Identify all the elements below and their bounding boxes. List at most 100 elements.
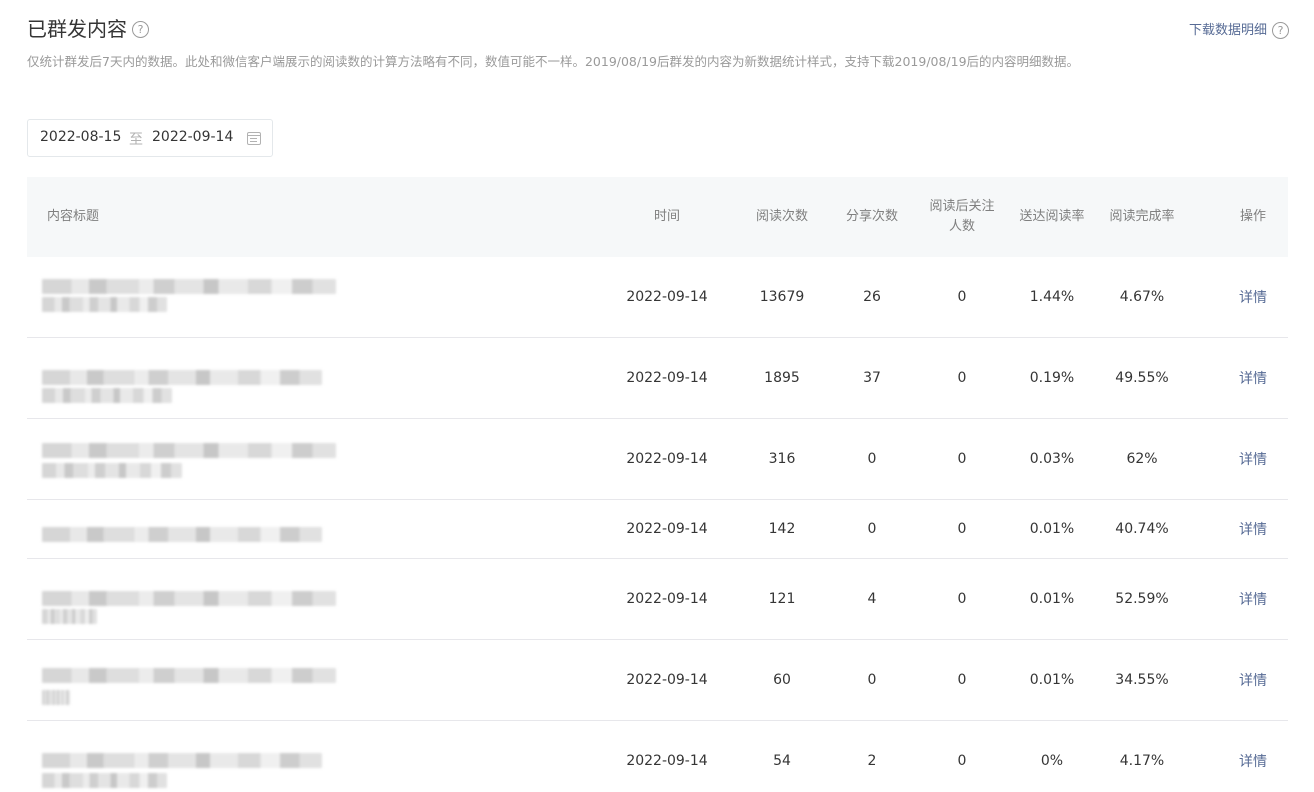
blurred-text-bar xyxy=(42,591,336,606)
table-row: 2022-09-14 316 0 0 0.03% 62% 详情 xyxy=(27,419,1288,500)
column-header-shares: 分享次数 xyxy=(845,209,898,224)
cell-time: 2022-09-14 xyxy=(626,753,708,769)
details-link[interactable]: 详情 xyxy=(1217,338,1289,418)
table-row: 2022-09-14 1895 37 0 0.19% 49.55% 详情 xyxy=(27,338,1288,419)
cell-completion-rate: 62% xyxy=(1126,451,1158,467)
cell-shares: 4 xyxy=(867,591,877,607)
details-link[interactable]: 详情 xyxy=(1217,640,1289,720)
table-row: 2022-09-14 13679 26 0 1.44% 4.67% 详情 xyxy=(27,257,1288,338)
column-header-completion-rate: 阅读完成率 xyxy=(1109,209,1175,224)
date-start-value[interactable]: 2022-08-15 xyxy=(40,129,121,145)
cell-reads: 54 xyxy=(773,753,791,769)
cell-reach-rate: 0% xyxy=(1040,753,1064,769)
details-link[interactable]: 详情 xyxy=(1217,500,1289,558)
column-header-follows-line1: 阅读后关注 xyxy=(929,199,995,214)
cell-reach-rate: 0.19% xyxy=(1029,370,1075,386)
cell-shares: 0 xyxy=(867,521,877,537)
blurred-text-bar xyxy=(42,463,182,478)
cell-shares: 0 xyxy=(867,672,877,688)
column-header-follows-line2: 人数 xyxy=(948,219,975,234)
date-separator: 至 xyxy=(129,132,143,148)
date-end-value[interactable]: 2022-09-14 xyxy=(152,129,233,145)
cell-completion-rate: 52.59% xyxy=(1115,591,1169,607)
blurred-title[interactable] xyxy=(42,507,342,553)
blurred-text-bar xyxy=(42,297,167,312)
cell-time: 2022-09-14 xyxy=(626,591,708,607)
cell-reads: 13679 xyxy=(759,289,805,305)
calendar-icon[interactable] xyxy=(247,132,261,145)
table-header: 内容标题 时间 阅读次数 分享次数 阅读后关注 人数 送达阅读率 阅读完成率 操… xyxy=(27,177,1288,257)
cell-time: 2022-09-14 xyxy=(626,289,708,305)
table-body: 2022-09-14 13679 26 0 1.44% 4.67% 详情 2022-09-14… xyxy=(27,257,1288,792)
cell-follows: 0 xyxy=(957,591,967,607)
cell-time: 2022-09-14 xyxy=(626,672,708,688)
column-header-follows: 阅读后关注 人数 xyxy=(917,177,1007,257)
cell-reach-rate: 0.01% xyxy=(1029,591,1075,607)
cell-reads: 121 xyxy=(768,591,796,607)
cell-shares: 2 xyxy=(867,753,877,769)
cell-time: 2022-09-14 xyxy=(626,521,708,537)
page-header: 已群发内容 ? 下载数据明细? xyxy=(27,16,1289,46)
cell-reach-rate: 0.01% xyxy=(1029,672,1075,688)
column-header-reach-rate: 送达阅读率 xyxy=(1019,209,1085,224)
cell-shares: 26 xyxy=(863,289,881,305)
blurred-title[interactable] xyxy=(42,658,342,705)
cell-shares: 37 xyxy=(863,370,881,386)
download-help-icon[interactable]: ? xyxy=(1272,22,1289,39)
table-row: 2022-09-14 54 2 0 0% 4.17% 详情 xyxy=(27,721,1288,792)
cell-follows: 0 xyxy=(957,521,967,537)
details-link[interactable]: 详情 xyxy=(1217,721,1289,792)
cell-completion-rate: 4.17% xyxy=(1119,753,1165,769)
page-title: 已群发内容 xyxy=(27,17,127,41)
details-link[interactable]: 详情 xyxy=(1217,419,1289,499)
cell-reads: 1895 xyxy=(764,370,800,386)
blurred-title[interactable] xyxy=(42,739,342,788)
cell-follows: 0 xyxy=(957,370,967,386)
cell-reach-rate: 0.03% xyxy=(1029,451,1075,467)
cell-reads: 316 xyxy=(768,451,796,467)
cell-follows: 0 xyxy=(957,451,967,467)
table-row: 2022-09-14 60 0 0 0.01% 34.55% 详情 xyxy=(27,640,1288,721)
table-row: 2022-09-14 121 4 0 0.01% 52.59% 详情 xyxy=(27,559,1288,640)
cell-follows: 0 xyxy=(957,289,967,305)
cell-reach-rate: 0.01% xyxy=(1029,521,1075,537)
details-link[interactable]: 详情 xyxy=(1217,559,1289,639)
blurred-title[interactable] xyxy=(42,577,342,624)
date-range-picker[interactable]: 2022-08-15 至 2022-09-14 xyxy=(27,119,273,157)
cell-time: 2022-09-14 xyxy=(626,451,708,467)
blurred-text-bar xyxy=(42,609,97,624)
blurred-text-bar xyxy=(42,773,167,788)
column-header-reads: 阅读次数 xyxy=(755,209,808,224)
blurred-title[interactable] xyxy=(42,437,342,483)
cell-completion-rate: 49.55% xyxy=(1115,370,1169,386)
help-icon[interactable]: ? xyxy=(132,21,149,38)
column-header-time: 时间 xyxy=(653,209,680,224)
blurred-text-bar xyxy=(42,279,336,294)
blurred-text-bar xyxy=(42,370,322,385)
column-header-title: 内容标题 xyxy=(47,209,100,224)
blurred-text-bar xyxy=(42,690,70,705)
download-details-link[interactable]: 下载数据明细? xyxy=(1189,22,1289,40)
content-table: 内容标题 时间 阅读次数 分享次数 阅读后关注 人数 送达阅读率 阅读完成率 操… xyxy=(27,177,1288,792)
cell-shares: 0 xyxy=(867,451,877,467)
blurred-title[interactable] xyxy=(42,275,342,321)
blurred-text-bar xyxy=(42,443,336,458)
stats-description: 仅统计群发后7天内的数据。此处和微信客户端展示的阅读数的计算方法略有不同，数值可… xyxy=(27,54,1080,69)
cell-follows: 0 xyxy=(957,672,967,688)
blurred-title[interactable] xyxy=(42,356,342,403)
cell-reads: 60 xyxy=(773,672,791,688)
cell-reads: 142 xyxy=(768,521,796,537)
download-details-label[interactable]: 下载数据明细 xyxy=(1189,23,1267,38)
cell-time: 2022-09-14 xyxy=(626,370,708,386)
details-link[interactable]: 详情 xyxy=(1217,257,1289,337)
blurred-text-bar xyxy=(42,668,336,683)
column-header-action: 操作 xyxy=(1239,209,1266,224)
table-row: 2022-09-14 142 0 0 0.01% 40.74% 详情 xyxy=(27,500,1288,559)
blurred-text-bar xyxy=(42,527,322,542)
cell-follows: 0 xyxy=(957,753,967,769)
cell-completion-rate: 4.67% xyxy=(1119,289,1165,305)
blurred-text-bar xyxy=(42,753,322,768)
blurred-text-bar xyxy=(42,388,172,403)
cell-completion-rate: 40.74% xyxy=(1115,521,1169,537)
cell-reach-rate: 1.44% xyxy=(1029,289,1075,305)
